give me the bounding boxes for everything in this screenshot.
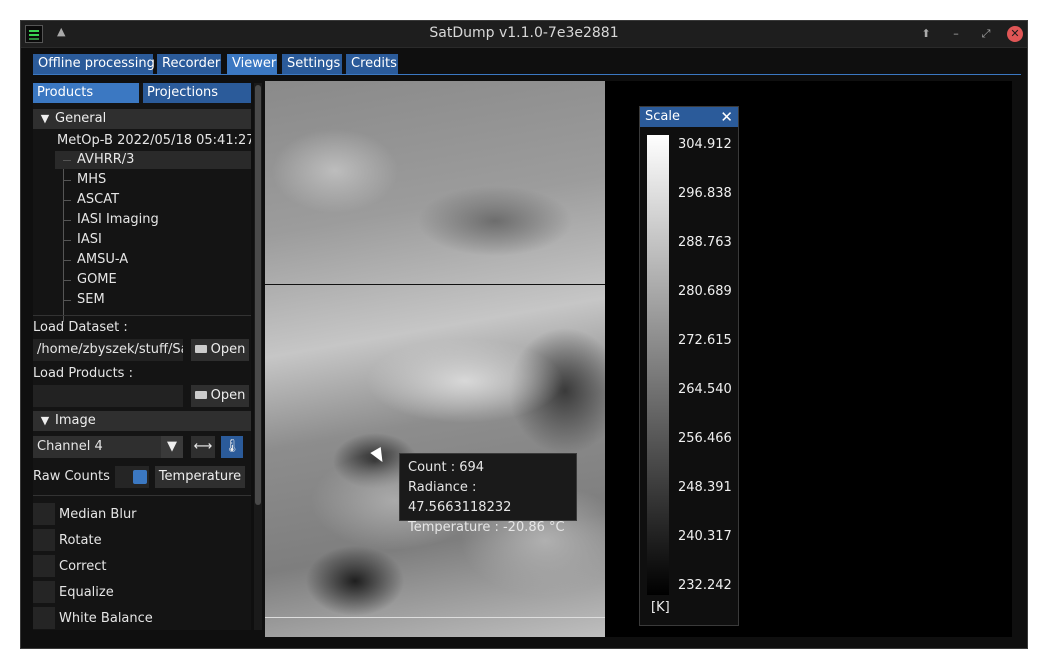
window-title: SatDump v1.1.0-7e3e2881: [429, 25, 619, 41]
scale-window[interactable]: Scale ✕ 304.912 296.838 288.763 280.689 …: [639, 106, 739, 626]
median-blur-checkbox[interactable]: [33, 503, 55, 525]
correct-label: Correct: [59, 559, 107, 574]
general-header-label: General: [55, 111, 107, 126]
tree-stub: [63, 220, 71, 221]
white-balance-label: White Balance: [59, 611, 153, 626]
tree-stub: [63, 300, 71, 301]
folder-icon: [194, 345, 207, 353]
general-section-header[interactable]: ▼ General: [33, 109, 251, 129]
instrument-item[interactable]: IASI Imaging: [55, 211, 251, 229]
scale-label: 288.763: [678, 235, 732, 250]
instrument-item[interactable]: IASI: [55, 231, 251, 249]
temperature-button[interactable]: Temperature: [155, 466, 245, 488]
equalize-label: Equalize: [59, 585, 114, 600]
instrument-item[interactable]: SEM: [55, 291, 251, 309]
correct-checkbox[interactable]: [33, 555, 55, 577]
image-header-label: Image: [55, 413, 96, 428]
chevron-down-icon[interactable]: ▼: [161, 436, 183, 458]
tab-offline-processing[interactable]: Offline processing: [33, 54, 155, 74]
close-button[interactable]: ✕: [1007, 26, 1023, 42]
instrument-item[interactable]: MHS: [55, 171, 251, 189]
title-bar: ▲ SatDump v1.1.0-7e3e2881 ⬆ – ⤢ ✕: [21, 21, 1027, 48]
tree-stub: [63, 200, 71, 201]
color-scale-bar: [647, 135, 669, 595]
products-panel: Products Projections ▼ General MetOp-B 20…: [33, 83, 251, 630]
tab-credits[interactable]: Credits: [346, 54, 398, 74]
tooltip-temperature: Temperature : -20.86 °C: [408, 520, 565, 535]
median-blur-label: Median Blur: [59, 507, 137, 522]
rotate-checkbox[interactable]: [33, 529, 55, 551]
satellite-image[interactable]: [265, 81, 605, 637]
open-products-button[interactable]: Open: [191, 385, 249, 407]
scale-label: 304.912: [678, 137, 732, 152]
scale-label: 248.391: [678, 480, 732, 495]
range-arrows-icon[interactable]: ⟷: [191, 436, 215, 458]
toggle-knob: [133, 470, 147, 484]
scale-unit: [K]: [651, 600, 670, 615]
collapse-arrow-icon: ▼: [40, 112, 50, 125]
open-dataset-button[interactable]: Open: [191, 339, 249, 361]
tooltip-radiance: Radiance : 47.5663118232: [408, 480, 512, 515]
tree-stub: [63, 180, 71, 181]
white-balance-checkbox[interactable]: [33, 607, 55, 629]
tab-recorder[interactable]: Recorder: [157, 54, 221, 74]
thermometer-icon[interactable]: 🌡: [221, 436, 243, 458]
tree-stub: [63, 160, 71, 161]
divider: [33, 315, 251, 316]
tab-settings[interactable]: Settings: [282, 54, 342, 74]
instrument-item[interactable]: GOME: [55, 271, 251, 289]
tree-stub: [63, 260, 71, 261]
scale-label: 240.317: [678, 529, 732, 544]
scale-label: 296.838: [678, 186, 732, 201]
app-window: ▲ SatDump v1.1.0-7e3e2881 ⬆ – ⤢ ✕ Offlin…: [20, 20, 1028, 649]
image-viewer[interactable]: Count : 694 Radiance : 47.5663118232 Tem…: [265, 81, 1012, 637]
instrument-item[interactable]: AVHRR/3: [55, 151, 251, 169]
raw-counts-label: Raw Counts: [33, 469, 110, 484]
minimize-button[interactable]: –: [947, 25, 965, 43]
dataset-path-input[interactable]: /home/zbyszek/stuff/Sa: [33, 339, 183, 361]
scan-gap-line: [265, 284, 605, 285]
scale-label: 256.466: [678, 431, 732, 446]
divider: [33, 495, 251, 496]
instrument-item[interactable]: AMSU-A: [55, 251, 251, 269]
collapse-arrow-icon: ▼: [40, 414, 50, 427]
scale-label: 264.540: [678, 382, 732, 397]
dataset-name[interactable]: MetOp-B 2022/05/18 05:41:27: [57, 133, 251, 148]
load-dataset-label: Load Dataset :: [33, 320, 128, 335]
pin-icon[interactable]: ⬆: [917, 25, 935, 43]
pixel-tooltip: Count : 694 Radiance : 47.5663118232 Tem…: [399, 453, 577, 535]
instrument-item[interactable]: ASCAT: [55, 191, 251, 209]
equalize-checkbox[interactable]: [33, 581, 55, 603]
products-path-input[interactable]: [33, 385, 183, 407]
restore-button[interactable]: ⤢: [977, 25, 995, 43]
tooltip-count: Count : 694: [408, 460, 485, 475]
tree-stub: [63, 240, 71, 241]
panel-scrollbar[interactable]: [254, 83, 262, 630]
scale-label: 272.615: [678, 333, 732, 348]
folder-icon: [194, 391, 207, 399]
subtab-products[interactable]: Products: [33, 83, 139, 103]
close-icon[interactable]: ✕: [720, 107, 733, 127]
temperature-toggle[interactable]: [115, 466, 149, 488]
subtab-projections[interactable]: Projections: [143, 83, 251, 103]
scan-edge-line: [265, 617, 605, 618]
tab-viewer[interactable]: Viewer: [227, 54, 277, 74]
tab-underline: [33, 74, 1021, 75]
rotate-label: Rotate: [59, 533, 102, 548]
tree-stub: [63, 280, 71, 281]
image-section-header[interactable]: ▼ Image: [33, 411, 251, 431]
scale-label: 232.242: [678, 578, 732, 593]
scrollbar-thumb[interactable]: [255, 85, 261, 505]
scale-title[interactable]: Scale ✕: [640, 107, 738, 127]
load-products-label: Load Products :: [33, 366, 133, 381]
scale-label: 280.689: [678, 284, 732, 299]
